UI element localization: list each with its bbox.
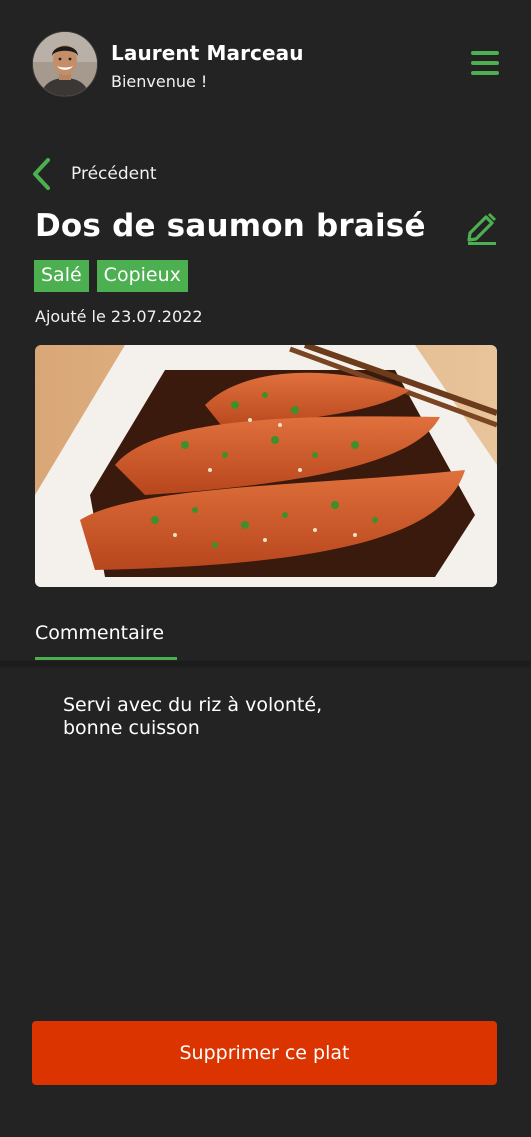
dish-title: Dos de saumon braisé — [35, 208, 426, 244]
header: Laurent Marceau Bienvenue ! — [32, 31, 499, 97]
tag-sale[interactable]: Salé — [34, 260, 89, 292]
comment-line-1: Servi avec du riz à volonté, — [63, 694, 323, 716]
delete-dish-button[interactable]: Supprimer ce plat — [32, 1021, 497, 1085]
avatar-image — [33, 32, 97, 96]
dish-photo — [35, 345, 497, 587]
app-screen: Laurent Marceau Bienvenue ! Précédent Do… — [0, 0, 531, 1137]
pencil-icon — [467, 213, 496, 245]
hamburger-menu-icon[interactable] — [471, 51, 499, 75]
comment-text: Servi avec du riz à volonté, bonne cuiss… — [63, 694, 393, 740]
back-label: Précédent — [71, 164, 157, 184]
salmon-image — [35, 345, 497, 587]
added-date: Ajouté le 23.07.2022 — [35, 307, 203, 326]
user-name: Laurent Marceau — [111, 41, 304, 65]
avatar[interactable] — [32, 31, 98, 97]
tab-active-indicator — [35, 657, 177, 660]
chevron-left-icon — [33, 158, 50, 190]
tag-list: Salé Copieux — [34, 260, 188, 292]
welcome-text: Bienvenue ! — [111, 72, 208, 91]
tab-label: Commentaire — [35, 622, 165, 644]
comment-line-2: bonne cuisson — [63, 717, 200, 739]
tabbar-divider — [0, 661, 531, 664]
tab-commentaire[interactable]: Commentaire — [35, 622, 177, 660]
tag-copieux[interactable]: Copieux — [96, 260, 188, 292]
edit-icon[interactable] — [466, 211, 498, 245]
